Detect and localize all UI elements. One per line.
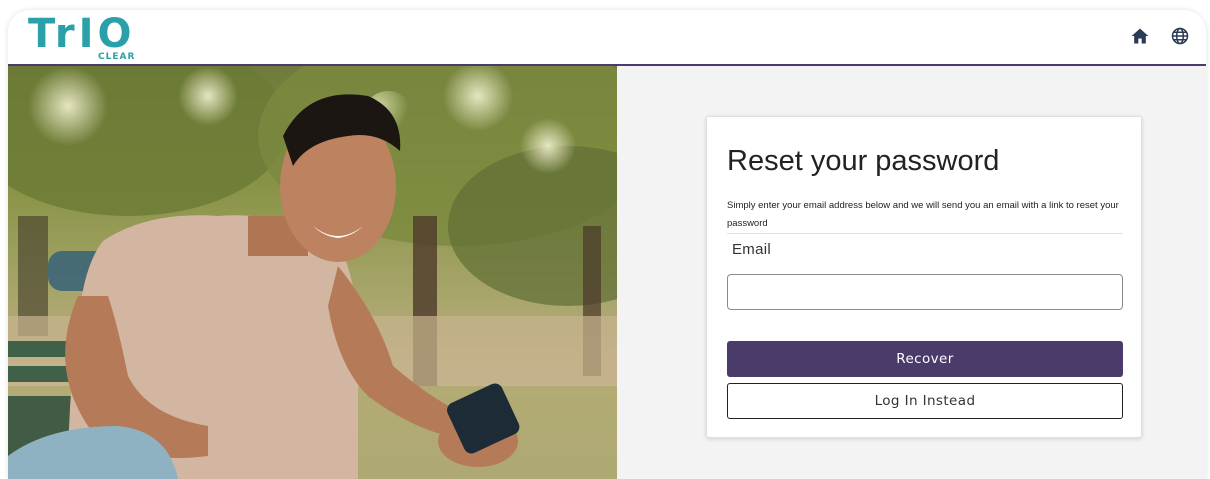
hero-photo-illustration: [8, 66, 617, 479]
divider: [727, 233, 1123, 234]
recover-button[interactable]: Recover: [727, 341, 1123, 377]
email-label: Email: [732, 241, 772, 258]
trio-clear-logo[interactable]: TrIO CLEAR: [28, 12, 158, 64]
email-input[interactable]: [727, 274, 1123, 310]
main-panel: Reset your password Simply enter your em…: [617, 66, 1206, 479]
hero-photo: [8, 66, 617, 479]
home-icon[interactable]: [1130, 26, 1150, 46]
app-window: TrIO CLEAR Reset your password Simply en…: [8, 10, 1206, 479]
instructions-text: Simply enter your email address below an…: [727, 200, 1119, 229]
reset-password-card: Reset your password Simply enter your em…: [706, 116, 1142, 438]
top-header: TrIO CLEAR: [8, 10, 1206, 66]
globe-icon[interactable]: [1170, 26, 1190, 46]
logo-wordmark: TrIO: [28, 11, 136, 57]
page-title: Reset your password: [727, 145, 1000, 177]
logo-subtitle: CLEAR: [98, 52, 136, 62]
header-actions: [1130, 26, 1190, 46]
log-in-instead-button[interactable]: Log In Instead: [727, 383, 1123, 419]
